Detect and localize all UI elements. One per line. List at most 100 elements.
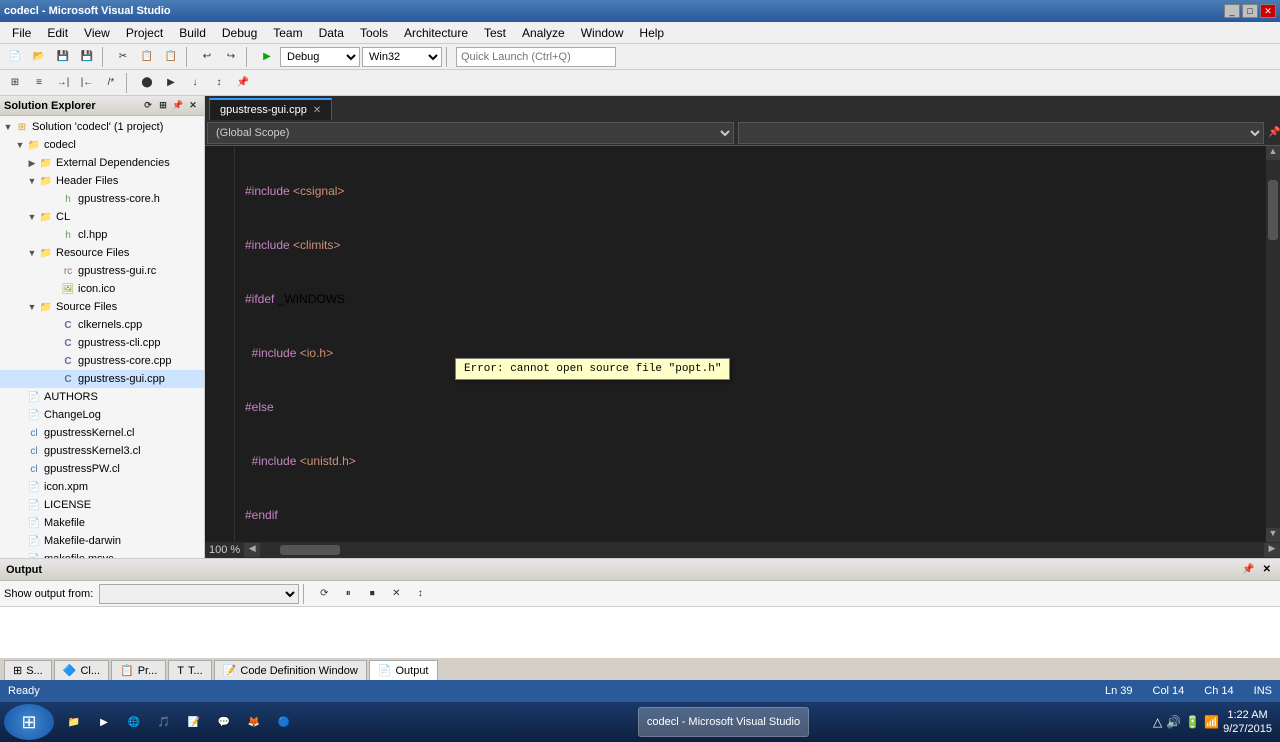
scope-right-dropdown[interactable] (738, 122, 1265, 144)
scroll-left-btn[interactable]: ◀ (244, 543, 260, 557)
bottom-tab-cl[interactable]: 🔷 Cl... (54, 660, 109, 680)
tree-gpustress-gui-cpp[interactable]: C gpustress-gui.cpp (0, 370, 204, 388)
tree-codecl[interactable]: ▼ 📁 codecl (0, 136, 204, 154)
taskbar-media-icon[interactable]: ▶ (90, 708, 118, 736)
minimize-button[interactable]: _ (1224, 4, 1240, 18)
battery-icon[interactable]: 📶 (1204, 715, 1219, 729)
expand-icon[interactable]: ▼ (26, 175, 38, 187)
bottom-tab-t[interactable]: T T... (168, 660, 211, 680)
menu-project[interactable]: Project (118, 24, 171, 42)
menu-view[interactable]: View (76, 24, 118, 42)
tree-changelog[interactable]: 📄 ChangeLog (0, 406, 204, 424)
menu-team[interactable]: Team (265, 24, 310, 42)
expand-icon[interactable]: ▼ (2, 121, 14, 133)
tree-makefile-msvc[interactable]: 📄 makefile.msvc (0, 550, 204, 558)
close-panel-btn[interactable]: ✕ (186, 99, 200, 113)
cut-btn[interactable]: ✂ (112, 46, 134, 68)
breakpoint-btn[interactable]: ⬤ (136, 72, 158, 94)
tree-gpustress-core-cpp[interactable]: C gpustress-core.cpp (0, 352, 204, 370)
output-btn2[interactable]: ⏸ (337, 583, 359, 605)
bottom-tab-output[interactable]: 📄 Output (369, 660, 438, 680)
output-close-btn[interactable]: ✕ (1260, 564, 1274, 575)
indent-btn[interactable]: →| (52, 72, 74, 94)
output-btn3[interactable]: ⏹ (361, 583, 383, 605)
menu-tools[interactable]: Tools (352, 24, 396, 42)
tree-makefile[interactable]: 📄 Makefile (0, 514, 204, 532)
menu-analyze[interactable]: Analyze (514, 24, 573, 42)
horizontal-scrollbar[interactable] (260, 543, 1264, 557)
paste-btn[interactable]: 📋 (160, 46, 182, 68)
clock-display[interactable]: 1:22 AM 9/27/2015 (1223, 708, 1272, 737)
taskbar-app-icon[interactable]: 🔵 (270, 708, 298, 736)
expand-icon[interactable]: ▼ (26, 301, 38, 313)
maximize-button[interactable]: □ (1242, 4, 1258, 18)
tree-authors[interactable]: 📄 AUTHORS (0, 388, 204, 406)
platform-dropdown[interactable]: Win32 x64 (362, 47, 442, 67)
debug2-btn[interactable]: ▶ (160, 72, 182, 94)
expand-icon[interactable]: ▼ (26, 247, 38, 259)
scroll-up-btn[interactable]: ▲ (1266, 146, 1280, 160)
code-content[interactable]: #include <csignal> #include <climits> #i… (205, 146, 1266, 542)
vertical-scrollbar[interactable]: ▲ ▼ (1266, 146, 1280, 542)
taskbar-vs-item[interactable]: codecl - Microsoft Visual Studio (638, 707, 809, 737)
menu-edit[interactable]: Edit (39, 24, 76, 42)
menu-debug[interactable]: Debug (214, 24, 265, 42)
tree-kernel2[interactable]: cl gpustressKernel3.cl (0, 442, 204, 460)
editor-pin-btn[interactable]: 📌 (1266, 127, 1280, 138)
outdent-btn[interactable]: |← (76, 72, 98, 94)
close-button[interactable]: ✕ (1260, 4, 1276, 18)
tree-resource-files[interactable]: ▼ 📁 Resource Files (0, 244, 204, 262)
tree-kernel1[interactable]: cl gpustressKernel.cl (0, 424, 204, 442)
tree-cl-hpp[interactable]: h cl.hpp (0, 226, 204, 244)
bottom-tab-code-def[interactable]: 📝 Code Definition Window (214, 660, 367, 680)
scroll-thumb-v[interactable] (1268, 180, 1278, 240)
menu-architecture[interactable]: Architecture (396, 24, 476, 42)
tree-gpustress-cli[interactable]: C gpustress-cli.cpp (0, 334, 204, 352)
copy-btn[interactable]: 📋 (136, 46, 158, 68)
bottom-tab-s[interactable]: ⊞ S... (4, 660, 52, 680)
search-input[interactable] (456, 47, 616, 67)
format-btn1[interactable]: ⊞ (4, 72, 26, 94)
volume-icon[interactable]: 🔋 (1185, 715, 1200, 729)
properties-btn[interactable]: ⊞ (156, 99, 170, 113)
panel-header-buttons[interactable]: ⟳ ⊞ 📌 ✕ (141, 99, 200, 113)
taskbar-vlc-icon[interactable]: 🎵 (150, 708, 178, 736)
tree-source-files[interactable]: ▼ 📁 Source Files (0, 298, 204, 316)
scroll-right-btn[interactable]: ▶ (1264, 543, 1280, 557)
tree-external-deps[interactable]: ▶ 📁 External Dependencies (0, 154, 204, 172)
code-lines[interactable]: #include <csignal> #include <climits> #i… (235, 146, 1266, 542)
taskbar-chrome-icon[interactable]: 🌐 (120, 708, 148, 736)
bottom-tab-pr[interactable]: 📋 Pr... (111, 660, 166, 680)
menu-build[interactable]: Build (171, 24, 214, 42)
taskbar-explorer-icon[interactable]: 📁 (60, 708, 88, 736)
step2-btn[interactable]: ↕ (208, 72, 230, 94)
pin-panel-btn[interactable]: 📌 (171, 99, 185, 113)
format-btn2[interactable]: ≡ (28, 72, 50, 94)
save-all-btn[interactable]: 💾 (76, 46, 98, 68)
tree-license[interactable]: 📄 LICENSE (0, 496, 204, 514)
scroll-thumb-h[interactable] (280, 545, 340, 555)
tab-close-btn[interactable]: ✕ (313, 105, 321, 116)
step-btn[interactable]: ↓ (184, 72, 206, 94)
expand-icon[interactable]: ▼ (14, 139, 26, 151)
tree-makefile-darwin[interactable]: 📄 Makefile-darwin (0, 532, 204, 550)
tree-gpustress-rc[interactable]: rc gpustress-gui.rc (0, 262, 204, 280)
tray-icon1[interactable]: △ (1153, 715, 1162, 729)
taskbar-firefox-icon[interactable]: 🦊 (240, 708, 268, 736)
run-btn[interactable]: ▶ (256, 46, 278, 68)
tree-cl-folder[interactable]: ▼ 📁 CL (0, 208, 204, 226)
scroll-down-btn[interactable]: ▼ (1266, 528, 1280, 542)
open-btn[interactable]: 📂 (28, 46, 50, 68)
menu-window[interactable]: Window (573, 24, 632, 42)
editor-tab-gpustress-gui[interactable]: gpustress-gui.cpp ✕ (209, 98, 332, 120)
tree-clkernels[interactable]: C clkernels.cpp (0, 316, 204, 334)
tree-icon-ico[interactable]: 🖼 icon.ico (0, 280, 204, 298)
undo-btn[interactable]: ↩ (196, 46, 218, 68)
output-source-dropdown[interactable] (99, 584, 299, 604)
output-btn1[interactable]: ⟳ (313, 583, 335, 605)
tree-pw[interactable]: cl gpustressPW.cl (0, 460, 204, 478)
menu-help[interactable]: Help (631, 24, 672, 42)
title-bar-buttons[interactable]: _ □ ✕ (1224, 4, 1276, 18)
start-button[interactable]: ⊞ (4, 704, 54, 740)
sync-btn[interactable]: ⟳ (141, 99, 155, 113)
